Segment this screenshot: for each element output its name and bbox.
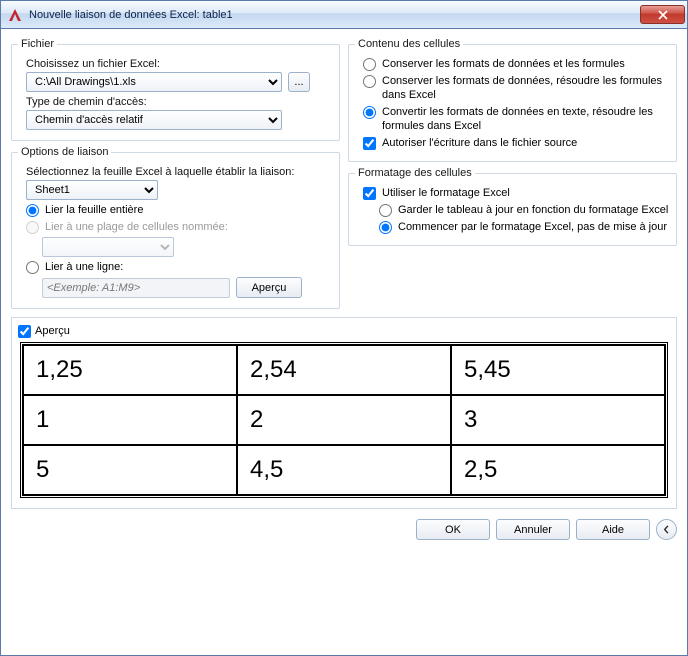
link-entire-radio[interactable] (26, 204, 39, 217)
close-button[interactable] (640, 5, 685, 24)
window-title: Nouvelle liaison de données Excel: table… (29, 9, 640, 21)
preview-cell: 1,25 (23, 345, 237, 395)
path-type-label: Type de chemin d'accès: (26, 96, 333, 108)
content-keep-resolve-radio[interactable] (363, 75, 376, 88)
preview-cell: 1 (23, 395, 237, 445)
preview-cell: 2,5 (451, 445, 665, 495)
cell-content-legend: Contenu des cellules (355, 38, 463, 50)
preview-cell: 4,5 (237, 445, 451, 495)
sheet-combo[interactable]: Sheet1 (26, 180, 158, 200)
app-icon (7, 7, 23, 23)
link-row-label: Lier à une ligne: (45, 260, 123, 274)
link-row-radio[interactable] (26, 261, 39, 274)
help-button[interactable]: Aide (576, 519, 650, 540)
footer: OK Annuler Aide (11, 519, 677, 540)
keep-updated-label: Garder le tableau à jour en fonction du … (398, 203, 668, 217)
preview-checkbox[interactable] (18, 325, 31, 338)
link-options-legend: Options de liaison (18, 146, 111, 158)
preview-table: 1,25 2,54 5,45 1 2 3 5 4,5 2,5 (22, 344, 666, 496)
link-named-radio (26, 221, 39, 234)
preview-label: Aperçu (35, 325, 70, 337)
link-entire-label: Lier la feuille entière (45, 203, 143, 217)
preview-cell: 3 (451, 395, 665, 445)
select-sheet-label: Sélectionnez la feuille Excel à laquelle… (26, 166, 333, 178)
cell-format-group: Formatage des cellules Utiliser le forma… (348, 167, 677, 246)
link-options-group: Options de liaison Sélectionnez la feuil… (11, 146, 340, 309)
content-convert-label: Convertir les formats de données en text… (382, 105, 670, 133)
file-legend: Fichier (18, 38, 57, 50)
preview-cell: 2,54 (237, 345, 451, 395)
named-range-combo (42, 237, 174, 257)
table-row: 5 4,5 2,5 (23, 445, 665, 495)
use-excel-format-checkbox[interactable] (363, 187, 376, 200)
browse-button[interactable]: ... (288, 72, 310, 92)
keep-updated-radio[interactable] (379, 204, 392, 217)
allow-write-label: Autoriser l'écriture dans le fichier sou… (382, 136, 577, 150)
preview-cell: 5 (23, 445, 237, 495)
link-named-label: Lier à une plage de cellules nommée: (45, 220, 228, 234)
choose-file-label: Choisissez un fichier Excel: (26, 58, 333, 70)
cell-content-group: Contenu des cellules Conserver les forma… (348, 38, 677, 162)
preview-button[interactable]: Aperçu (236, 277, 302, 298)
preview-table-wrap: 1,25 2,54 5,45 1 2 3 5 4,5 2,5 (20, 342, 668, 498)
content-convert-radio[interactable] (363, 106, 376, 119)
preview-cell: 2 (237, 395, 451, 445)
path-type-combo[interactable]: Chemin d'accès relatif (26, 110, 282, 130)
preview-cell: 5,45 (451, 345, 665, 395)
dialog-window: Nouvelle liaison de données Excel: table… (0, 0, 688, 656)
preview-group: Aperçu 1,25 2,54 5,45 1 2 3 5 (11, 317, 677, 509)
allow-write-checkbox[interactable] (363, 137, 376, 150)
start-excel-label: Commencer par le formatage Excel, pas de… (398, 220, 667, 234)
cancel-button[interactable]: Annuler (496, 519, 570, 540)
row-range-input (42, 278, 230, 298)
use-excel-format-label: Utiliser le formatage Excel (382, 186, 510, 200)
content-keep-resolve-label: Conserver les formats de données, résoud… (382, 74, 670, 102)
start-excel-radio[interactable] (379, 221, 392, 234)
cell-format-legend: Formatage des cellules (355, 167, 475, 179)
content-keep-label: Conserver les formats de données et les … (382, 57, 625, 71)
collapse-toggle-button[interactable] (656, 519, 677, 540)
file-path-combo[interactable]: C:\All Drawings\1.xls (26, 72, 282, 92)
titlebar: Nouvelle liaison de données Excel: table… (1, 1, 687, 29)
table-row: 1,25 2,54 5,45 (23, 345, 665, 395)
table-row: 1 2 3 (23, 395, 665, 445)
file-group: Fichier Choisissez un fichier Excel: C:\… (11, 38, 340, 141)
ok-button[interactable]: OK (416, 519, 490, 540)
content-keep-radio[interactable] (363, 58, 376, 71)
